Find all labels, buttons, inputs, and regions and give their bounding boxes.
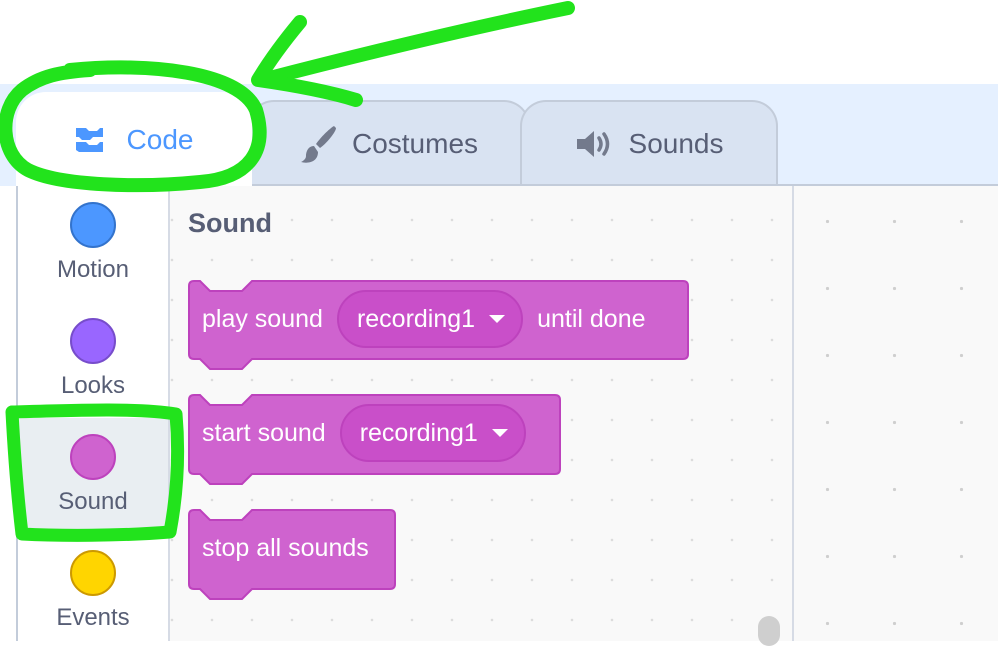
sound-dropdown[interactable]: recording1 <box>339 404 526 462</box>
palette-scrollbar[interactable] <box>758 616 780 646</box>
stop-all-sounds-block[interactable]: stop all sounds <box>188 509 396 600</box>
category-label: Looks <box>60 372 126 399</box>
tab-sounds-label: Sounds <box>628 128 724 159</box>
tab-code-label: Code <box>126 124 194 155</box>
arrow-annotation <box>255 1 575 87</box>
tab-sounds[interactable]: Sounds <box>520 100 778 186</box>
block-text: stop all sounds <box>202 533 369 562</box>
category-label: Events <box>56 604 130 631</box>
paintbrush-icon <box>300 124 338 164</box>
chevron-down-icon <box>489 315 506 323</box>
sound-dropdown[interactable]: recording1 <box>336 290 524 348</box>
start-sound-block[interactable]: start sound recording1 <box>188 394 561 485</box>
tab-costumes[interactable]: Costumes <box>248 100 530 186</box>
motion-category-dot <box>70 202 116 248</box>
category-menu: Motion Looks Sound Events <box>18 186 170 641</box>
chevron-down-icon <box>491 429 508 437</box>
category-looks[interactable]: Looks <box>18 302 168 418</box>
code-icon <box>75 126 113 154</box>
script-area[interactable] <box>794 186 998 641</box>
block-text: until done <box>537 304 646 333</box>
looks-category-dot <box>70 318 116 364</box>
play-sound-until-done-block[interactable]: play sound recording1 until done <box>188 280 689 370</box>
tab-code[interactable]: Code <box>16 92 252 186</box>
category-sound[interactable]: Sound <box>18 418 168 534</box>
block-text: start sound <box>202 418 326 447</box>
category-events[interactable]: Events <box>18 534 168 650</box>
category-label: Sound <box>58 488 128 515</box>
category-label: Motion <box>56 256 130 283</box>
events-category-dot <box>70 550 116 596</box>
speaker-icon <box>575 129 615 159</box>
dropdown-value: recording1 <box>356 304 476 333</box>
palette-section-title: Sound <box>188 208 272 238</box>
tab-costumes-label: Costumes <box>351 128 479 159</box>
category-motion[interactable]: Motion <box>18 186 168 302</box>
sound-category-dot <box>70 434 116 480</box>
block-text: play sound <box>202 304 323 333</box>
dropdown-value: recording1 <box>359 418 478 447</box>
